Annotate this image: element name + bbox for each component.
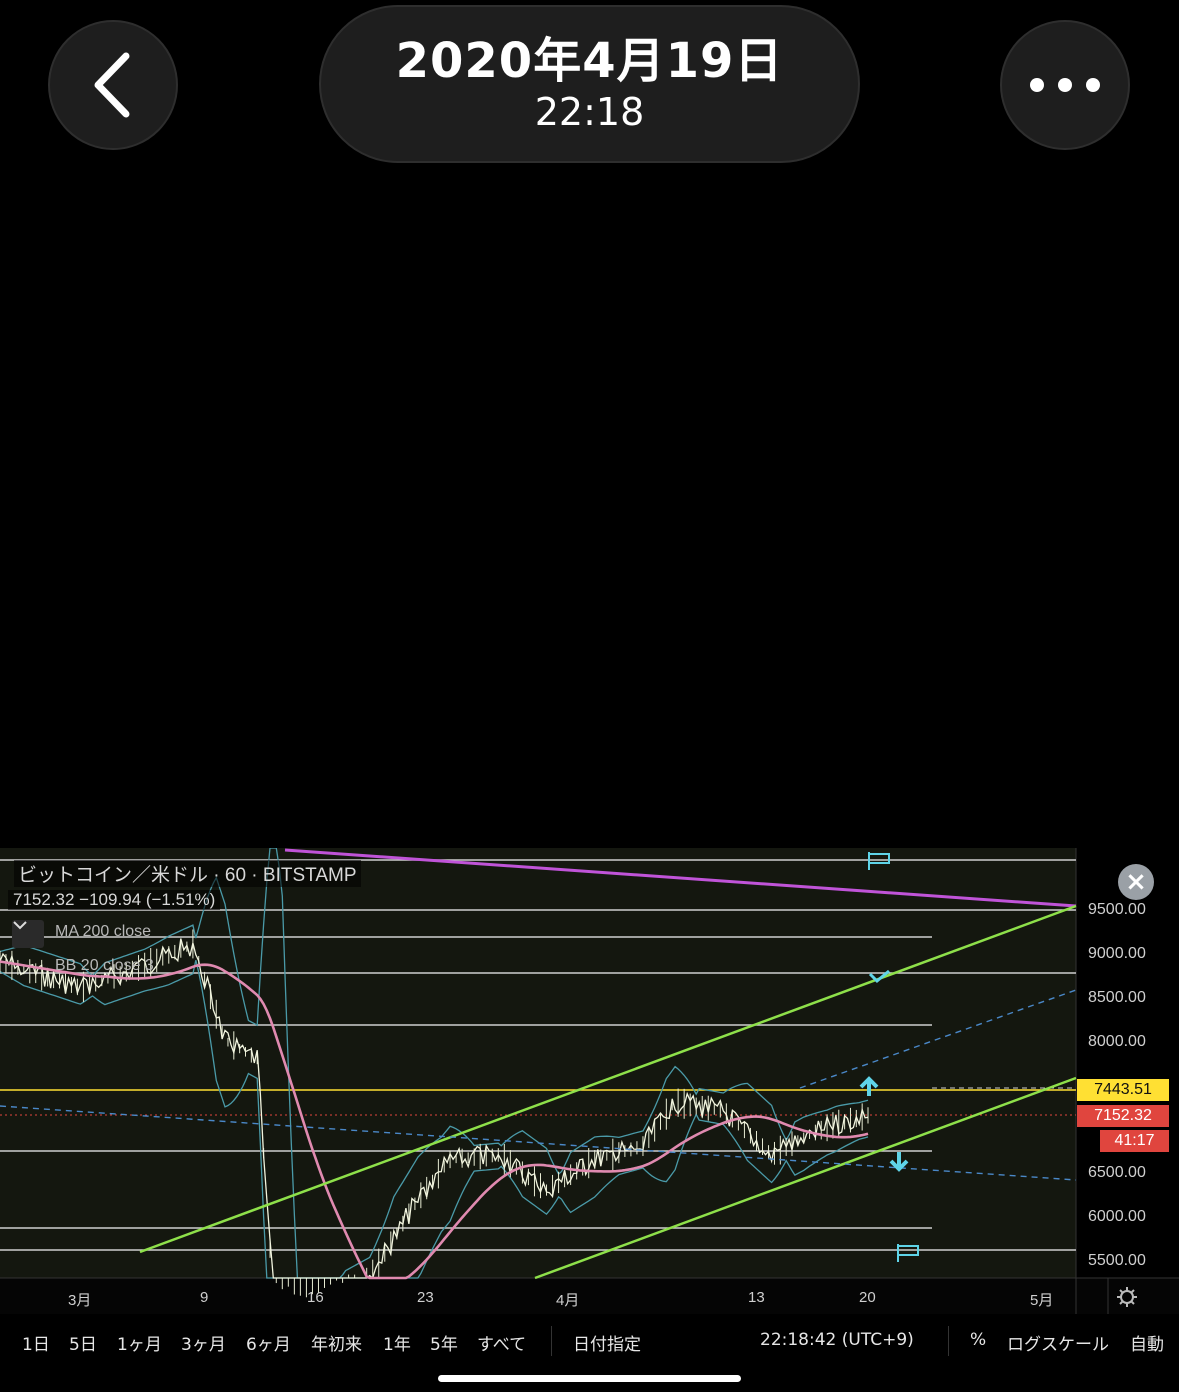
indicators-toggle[interactable] [12, 920, 44, 948]
chart-toolbar: 1日 5日 1ヶ月 3ヶ月 6ヶ月 年初来 1年 5年 すべて 日付指定 22:… [0, 1318, 1179, 1362]
photo-date: 2020年4月19日 [395, 33, 784, 89]
trading-chart[interactable]: ビットコイン／米ドル · 60 · BITSTAMP 7152.32 −109.… [0, 848, 1179, 1314]
more-button[interactable] [1000, 20, 1130, 150]
clock-readout: 22:18:42 (UTC+9) [760, 1330, 914, 1350]
range-1y[interactable]: 1年 [383, 1330, 411, 1355]
alert-price-label: 7443.51 [1077, 1079, 1169, 1101]
chevron-left-icon [94, 52, 130, 118]
auto-scale-button[interactable]: 自動 [1130, 1330, 1164, 1355]
y-tick: 8000.00 [1088, 1033, 1146, 1050]
x-tick: 16 [307, 1289, 324, 1306]
bar-countdown-label: 41:17 [1100, 1130, 1169, 1152]
price-change: 7152.32 −109.94 (−1.51%) [8, 890, 221, 910]
indicator-bb[interactable]: BB 20 close 3 [55, 957, 154, 975]
x-tick: 9 [200, 1289, 209, 1306]
y-tick: 9500.00 [1088, 901, 1146, 918]
log-scale-button[interactable]: ログスケール [1007, 1330, 1109, 1355]
photo-date-pill: 2020年4月19日 22:18 [319, 5, 860, 163]
chart-canvas[interactable] [0, 848, 1179, 1314]
y-tick: 6500.00 [1088, 1164, 1146, 1181]
y-tick: 6000.00 [1088, 1208, 1146, 1225]
x-tick: 23 [417, 1289, 434, 1306]
y-tick: 9000.00 [1088, 945, 1146, 962]
range-1m[interactable]: 1ヶ月 [117, 1330, 162, 1355]
percent-scale-button[interactable]: % [970, 1330, 986, 1350]
toolbar-divider [948, 1326, 949, 1356]
range-all[interactable]: すべて [477, 1330, 526, 1355]
range-ytd[interactable]: 年初来 [311, 1330, 362, 1355]
last-price-label: 7152.32 [1077, 1105, 1169, 1127]
indicator-ma[interactable]: MA 200 close [55, 923, 151, 941]
home-indicator [438, 1375, 741, 1382]
x-tick: 3月 [68, 1292, 92, 1309]
x-tick: 4月 [556, 1292, 580, 1309]
back-button[interactable] [48, 20, 178, 150]
x-tick: 5月 [1030, 1292, 1054, 1309]
x-tick: 13 [748, 1289, 765, 1306]
y-tick: 5500.00 [1088, 1252, 1146, 1269]
close-icon[interactable]: × [1118, 864, 1154, 900]
symbol-title: ビットコイン／米ドル · 60 · BITSTAMP [14, 860, 361, 887]
x-tick: 20 [859, 1289, 876, 1306]
toolbar-divider [551, 1326, 552, 1356]
range-5d[interactable]: 5日 [69, 1330, 97, 1355]
range-3m[interactable]: 3ヶ月 [181, 1330, 226, 1355]
range-1d[interactable]: 1日 [22, 1330, 50, 1355]
photo-time: 22:18 [534, 90, 645, 134]
range-5y[interactable]: 5年 [430, 1330, 458, 1355]
range-6m[interactable]: 6ヶ月 [246, 1330, 291, 1355]
chevron-down-icon [13, 921, 27, 930]
ellipsis-icon [1030, 78, 1100, 92]
y-tick: 8500.00 [1088, 989, 1146, 1006]
goto-date-button[interactable]: 日付指定 [573, 1330, 641, 1355]
